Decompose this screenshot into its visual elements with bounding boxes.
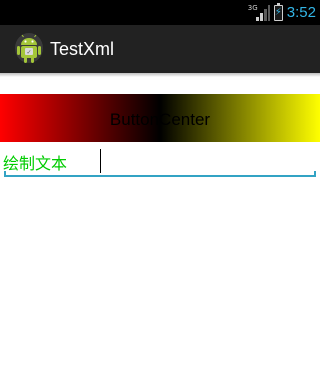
text-cursor	[100, 149, 101, 173]
battery-charging-icon: ⚡	[273, 2, 283, 21]
svg-text:✓: ✓	[26, 49, 31, 56]
action-bar-shadow	[0, 73, 320, 77]
input-underline-right	[314, 171, 316, 176]
edit-text-label: 绘制文本	[3, 154, 68, 173]
app-title: TestXml	[50, 38, 115, 59]
gradient-center-button[interactable]: ButtonCenter	[0, 94, 320, 142]
input-underline	[4, 175, 316, 177]
network-type: 3G	[247, 3, 258, 12]
gradient-button-label: ButtonCenter	[109, 110, 211, 129]
action-bar: ✓ TestXml	[0, 25, 320, 73]
status-icons: 3G ⚡ 3:52	[248, 0, 316, 25]
signal-icon: 3G	[248, 4, 270, 22]
status-bar: 3G ⚡ 3:52	[0, 0, 320, 25]
edit-text-row: 绘制文本	[0, 146, 320, 180]
text-input[interactable]	[100, 148, 310, 174]
android-robot-icon[interactable]: ✓	[14, 32, 44, 66]
status-clock: 3:52	[286, 4, 316, 21]
